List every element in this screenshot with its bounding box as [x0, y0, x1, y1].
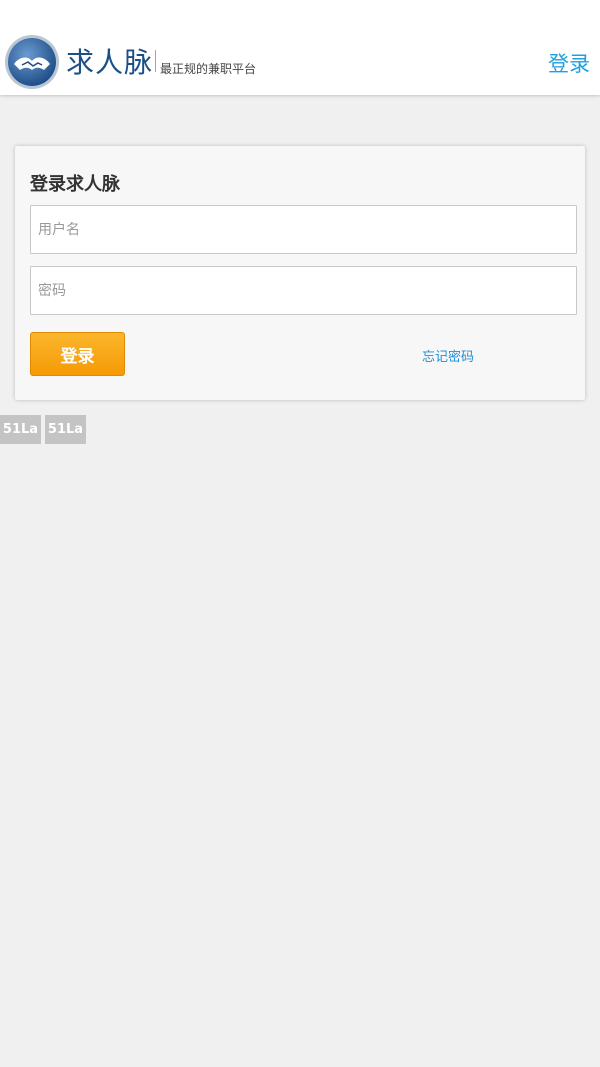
- stats-badge[interactable]: 51La: [0, 415, 41, 444]
- header-login-link[interactable]: 登录: [548, 48, 590, 78]
- handshake-globe-icon: [5, 35, 59, 89]
- login-card: 登录求人脉 登录 忘记密码: [15, 146, 585, 400]
- login-button[interactable]: 登录: [30, 332, 125, 376]
- username-input[interactable]: [30, 205, 577, 254]
- stats-badge[interactable]: 51La: [45, 415, 86, 444]
- site-logo[interactable]: 求人脉 最正规的兼职平台: [4, 34, 264, 90]
- password-input[interactable]: [30, 266, 577, 315]
- top-header: 求人脉 最正规的兼职平台 登录: [0, 0, 600, 95]
- brand-name: 求人脉: [66, 46, 154, 79]
- forgot-password-link[interactable]: 忘记密码: [422, 346, 474, 365]
- brand-slogan: 最正规的兼职平台: [160, 62, 257, 76]
- logo-divider: [155, 50, 156, 72]
- login-title: 登录求人脉: [30, 174, 120, 195]
